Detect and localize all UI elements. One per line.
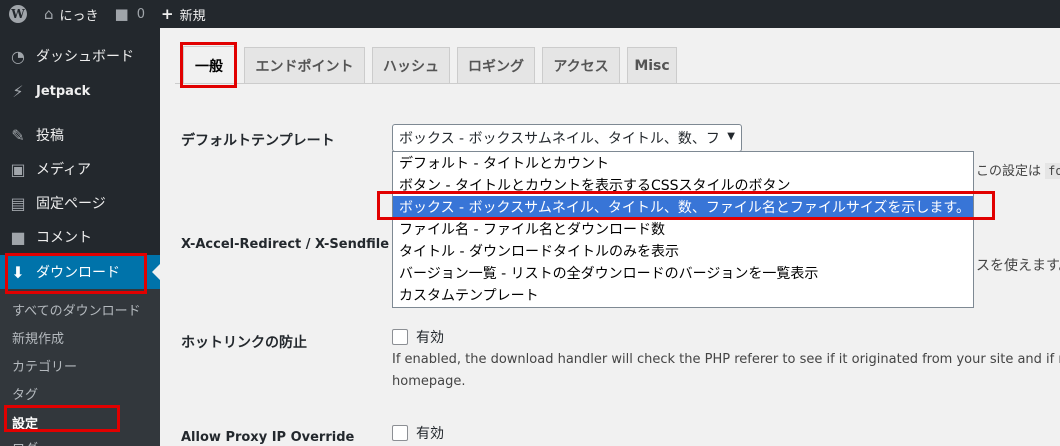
wordpress-logo-icon[interactable]: W <box>0 0 36 28</box>
tab-misc[interactable]: Misc <box>627 47 677 83</box>
sidebar-item-pages[interactable]: ▤ 固定ページ <box>0 186 160 220</box>
option-box[interactable]: ボックス - ボックスサムネイル、タイトル、数、ファイル名とファイルサイズを示し… <box>393 196 973 218</box>
sidebar-item-posts[interactable]: ✎ 投稿 <box>0 118 160 152</box>
hotlink-label: ホットリンクの防止 <box>181 335 307 351</box>
partial-description-1: この設定は fo <box>976 160 1060 179</box>
sidebar-item-downloads[interactable]: ⬇ ダウンロード <box>0 255 160 289</box>
submenu-tags[interactable]: タグ <box>0 379 160 407</box>
hotlink-checkbox-row[interactable]: 有効 <box>392 327 444 347</box>
dropdown-arrow-icon: ▼ <box>727 131 735 142</box>
admin-bar: W ⌂ にっき ■ 0 + 新規 <box>0 0 1060 28</box>
xaccel-label: X-Accel-Redirect / X-Sendfile <box>181 237 390 252</box>
pin-icon: ✎ <box>11 125 25 145</box>
option-filename[interactable]: ファイル名 - ファイル名とダウンロード数 <box>393 218 973 240</box>
template-options-list[interactable]: デフォルト - タイトルとカウント ボタン - タイトルとカウントを表示するCS… <box>392 151 974 308</box>
submenu-add-new[interactable]: 新規作成 <box>0 323 160 351</box>
site-name: にっき <box>59 8 99 24</box>
tab-endpoints[interactable]: エンドポイント <box>244 47 365 83</box>
proxy-checkbox-label: 有効 <box>416 426 444 442</box>
default-template-label: デフォルトテンプレート <box>181 133 335 149</box>
page-icon: ▤ <box>10 193 26 213</box>
tab-divider <box>175 83 1060 84</box>
new-label: 新規 <box>179 8 206 24</box>
comment-bubble-icon: ■ <box>114 5 129 23</box>
sidebar-item-dashboard[interactable]: ◔ ダッシュボード <box>0 39 160 73</box>
tab-access[interactable]: アクセス <box>542 47 620 83</box>
submenu-all-downloads[interactable]: すべてのダウンロード <box>0 295 160 323</box>
comments-link[interactable]: ■ 0 <box>107 0 153 28</box>
option-title[interactable]: タイトル - ダウンロードタイトルのみを表示 <box>393 240 973 262</box>
new-content-link[interactable]: + 新規 <box>153 0 214 28</box>
submenu-logs[interactable]: ログ <box>0 433 160 446</box>
home-icon: ⌂ <box>44 5 54 23</box>
media-icon: ▣ <box>10 159 26 179</box>
tab-logging[interactable]: ロギング <box>457 47 535 83</box>
jetpack-icon: ⚡ <box>12 81 24 101</box>
option-default[interactable]: デフォルト - タイトルとカウント <box>393 152 973 174</box>
proxy-checkbox[interactable] <box>392 425 408 441</box>
tab-general[interactable]: 一般 <box>183 46 235 84</box>
hotlink-checkbox-label: 有効 <box>416 330 444 346</box>
partial-description-2: スを使えます。 <box>976 258 1060 274</box>
option-version-list[interactable]: バージョン一覧 - リストの全ダウンロードのバージョンを一覧表示 <box>393 262 973 284</box>
comment-count: 0 <box>136 6 146 22</box>
sidebar-item-jetpack[interactable]: ⚡ Jetpack <box>0 74 160 108</box>
plus-icon: + <box>161 5 174 23</box>
download-icon: ⬇ <box>11 262 25 282</box>
sidebar-item-media[interactable]: ▣ メディア <box>0 152 160 186</box>
select-current-value: ボックス - ボックスサムネイル、タイトル、数、フ <box>399 131 720 147</box>
proxy-override-label: Allow Proxy IP Override <box>181 430 355 445</box>
submenu-categories[interactable]: カテゴリー <box>0 351 160 379</box>
hotlink-description-line-2: homepage. <box>392 374 466 389</box>
default-template-select[interactable]: ボックス - ボックスサムネイル、タイトル、数、フ ▼ <box>392 124 742 152</box>
hotlink-description-line-1: If enabled, the download handler will ch… <box>392 352 1060 367</box>
option-custom[interactable]: カスタムテンプレート <box>393 284 973 306</box>
dashboard-icon: ◔ <box>11 46 25 66</box>
hotlink-checkbox[interactable] <box>392 329 408 345</box>
option-button[interactable]: ボタン - タイトルとカウントを表示するCSSスタイルのボタン <box>393 174 973 196</box>
tab-hash[interactable]: ハッシュ <box>372 47 450 83</box>
submenu-settings[interactable]: 設定 <box>0 408 160 436</box>
comment-icon: ■ <box>10 227 26 247</box>
proxy-checkbox-row[interactable]: 有効 <box>392 423 444 443</box>
sidebar-item-comments[interactable]: ■ コメント <box>0 220 160 254</box>
site-name-link[interactable]: ⌂ にっき <box>36 0 107 28</box>
